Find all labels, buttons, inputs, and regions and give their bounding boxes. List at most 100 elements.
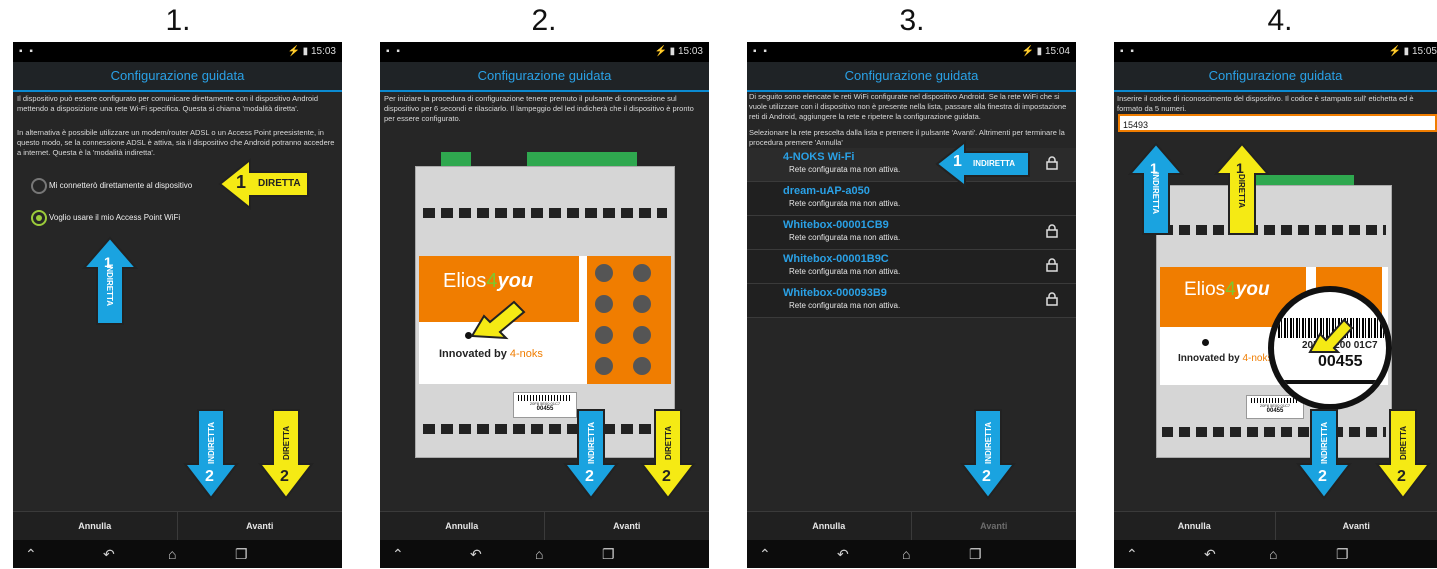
brand-part-b: 4 — [1225, 279, 1236, 300]
wifi-item[interactable]: Whitebox-00001B9C Rete configurata ma no… — [747, 250, 1076, 284]
arrow-number: 1 — [236, 172, 247, 192]
option-direct-label[interactable]: Mi connetterò direttamente al dispositiv… — [49, 181, 192, 190]
recent-apps-icon[interactable]: ❐ — [969, 546, 982, 563]
step-number-1: 1. — [165, 4, 191, 37]
arrow-number: 2 — [585, 468, 594, 485]
arrow-label: DIRETTA — [258, 178, 301, 189]
lock-icon — [1046, 292, 1058, 306]
step-number-4: 4. — [1267, 4, 1293, 37]
arrow-number: 2 — [280, 468, 289, 485]
brand-part-c: you — [497, 270, 534, 292]
status-left-icons: ▪ ▪ — [753, 46, 769, 57]
cancel-button[interactable]: Annulla — [380, 512, 545, 540]
arrow-label: DIRETTA — [664, 425, 673, 460]
recent-apps-icon[interactable]: ❐ — [602, 546, 615, 563]
back-icon[interactable]: ↶ — [1204, 546, 1216, 563]
arrow-label: INDIRETTA — [587, 421, 596, 464]
bottom-button-bar: Annulla Avanti — [747, 511, 1076, 540]
bottom-button-bar: Annulla Avanti — [13, 511, 342, 540]
innovated-by-text: Innovated by 4-noks — [1178, 353, 1272, 364]
recent-apps-icon[interactable]: ❐ — [1336, 546, 1349, 563]
arrow-number: 2 — [982, 468, 991, 485]
recent-apps-icon[interactable]: ❐ — [235, 546, 248, 563]
cancel-button[interactable]: Annulla — [747, 512, 912, 540]
window-title: Configurazione guidata — [380, 62, 709, 92]
status-bar: ▪ ▪ ⚡ ▮ 15:05 — [1114, 42, 1437, 62]
wifi-item[interactable]: Whitebox-00001CB9 Rete configurata ma no… — [747, 216, 1076, 250]
lock-icon — [1046, 258, 1058, 272]
arrow-label: INDIRETTA — [207, 421, 216, 464]
arrow-direct-2: DIRETTA 2 — [258, 408, 314, 500]
arrow-indirect-2: INDIRETTA 2 — [563, 408, 619, 500]
bottom-button-bar: Annulla Avanti — [1114, 511, 1437, 540]
status-time: ⚡ ▮ 15:03 — [654, 46, 703, 57]
next-button[interactable]: Avanti — [1276, 512, 1437, 540]
phone-screen-3: ▪ ▪ ⚡ ▮ 15:04 Configurazione guidata Di … — [747, 42, 1076, 568]
arrow-label: INDIRETTA — [973, 159, 1016, 168]
status-left-icons: ▪ ▪ — [19, 46, 35, 57]
arrow-label: INDIRETTA — [1151, 172, 1160, 215]
option-access-point-label[interactable]: Voglio usare il mio Access Point WiFi — [49, 213, 180, 222]
back-icon[interactable]: ↶ — [837, 546, 849, 563]
device-vent-top — [423, 208, 667, 218]
wifi-name: dream-uAP-a050 — [783, 185, 870, 197]
status-left-icons: ▪ ▪ — [386, 46, 402, 57]
expand-icon[interactable]: ⌃ — [392, 546, 404, 563]
next-button[interactable]: Avanti — [545, 512, 710, 540]
home-icon[interactable]: ⌂ — [535, 546, 543, 562]
window-title: Configurazione guidata — [13, 62, 342, 92]
arrow-indirect-1: 1 INDIRETTA — [1128, 142, 1184, 236]
arrow-pointer-code — [1308, 318, 1354, 354]
magnifier-code: 00455 — [1318, 353, 1363, 370]
android-nav-bar: ⌃ ↶ ⌂ ❐ — [1114, 540, 1437, 568]
wifi-item[interactable]: Whitebox-000093B9 Rete configurata ma no… — [747, 284, 1076, 318]
device-brand-logo: Elios4you — [443, 270, 533, 293]
arrow-indirect-2: INDIRETTA 2 — [960, 408, 1016, 500]
android-nav-bar: ⌃ ↶ ⌂ ❐ — [380, 540, 709, 568]
device-code-input[interactable]: 15493 — [1118, 114, 1437, 132]
expand-icon[interactable]: ⌃ — [1126, 546, 1138, 563]
arrow-number: 1 — [953, 153, 962, 170]
wifi-name: Whitebox-00001B9C — [783, 253, 889, 265]
home-icon[interactable]: ⌂ — [168, 546, 176, 562]
arrow-label: INDIRETTA — [105, 264, 114, 307]
home-icon[interactable]: ⌂ — [1269, 546, 1277, 562]
cancel-button[interactable]: Annulla — [13, 512, 178, 540]
home-icon[interactable]: ⌂ — [902, 546, 910, 562]
expand-icon[interactable]: ⌃ — [759, 546, 771, 563]
radio-access-point[interactable] — [31, 210, 47, 226]
code-instruction-text: Inserire il codice di riconoscimento del… — [1117, 94, 1414, 113]
innovated-label: Innovated by — [1178, 353, 1243, 364]
brand-part-a: Elios — [1184, 279, 1226, 300]
device-vent-top — [1162, 225, 1386, 235]
wifi-status: Rete configurata ma non attiva. — [789, 199, 901, 208]
arrow-direct-1: 1 DIRETTA — [218, 158, 310, 210]
arrow-number: 2 — [1397, 468, 1406, 485]
next-button[interactable]: Avanti — [912, 512, 1077, 540]
android-nav-bar: ⌃ ↶ ⌂ ❐ — [747, 540, 1076, 568]
arrow-number: 2 — [205, 468, 214, 485]
next-button[interactable]: Avanti — [178, 512, 343, 540]
window-title: Configurazione guidata — [747, 62, 1076, 92]
innovated-label: Innovated by — [439, 348, 510, 360]
wifi-name: 4-NOKS Wi-Fi — [783, 151, 855, 163]
status-time: ⚡ ▮ 15:03 — [287, 46, 336, 57]
status-bar: ▪ ▪ ⚡ ▮ 15:03 — [380, 42, 709, 62]
window-title: Configurazione guidata — [1114, 62, 1437, 92]
label-code: 00455 — [1266, 408, 1284, 414]
connection-button-dot — [1202, 339, 1209, 346]
arrow-label: DIRETTA — [1237, 174, 1246, 209]
radio-direct[interactable] — [31, 178, 47, 194]
back-icon[interactable]: ↶ — [470, 546, 482, 563]
expand-icon[interactable]: ⌃ — [25, 546, 37, 563]
instruction-text: Per iniziare la procedura di configurazi… — [384, 94, 694, 123]
arrow-indirect-1: 1 INDIRETTA — [82, 236, 138, 326]
arrow-direct-2: DIRETTA 2 — [1375, 408, 1431, 500]
back-icon[interactable]: ↶ — [103, 546, 115, 563]
android-nav-bar: ⌃ ↶ ⌂ ❐ — [13, 540, 342, 568]
innovated-brand: 4-noks — [509, 348, 543, 360]
arrow-indirect-1: 1 INDIRETTA — [935, 140, 1031, 188]
lock-icon — [1046, 156, 1058, 170]
wifi-name: Whitebox-00001CB9 — [783, 219, 889, 231]
cancel-button[interactable]: Annulla — [1114, 512, 1276, 540]
